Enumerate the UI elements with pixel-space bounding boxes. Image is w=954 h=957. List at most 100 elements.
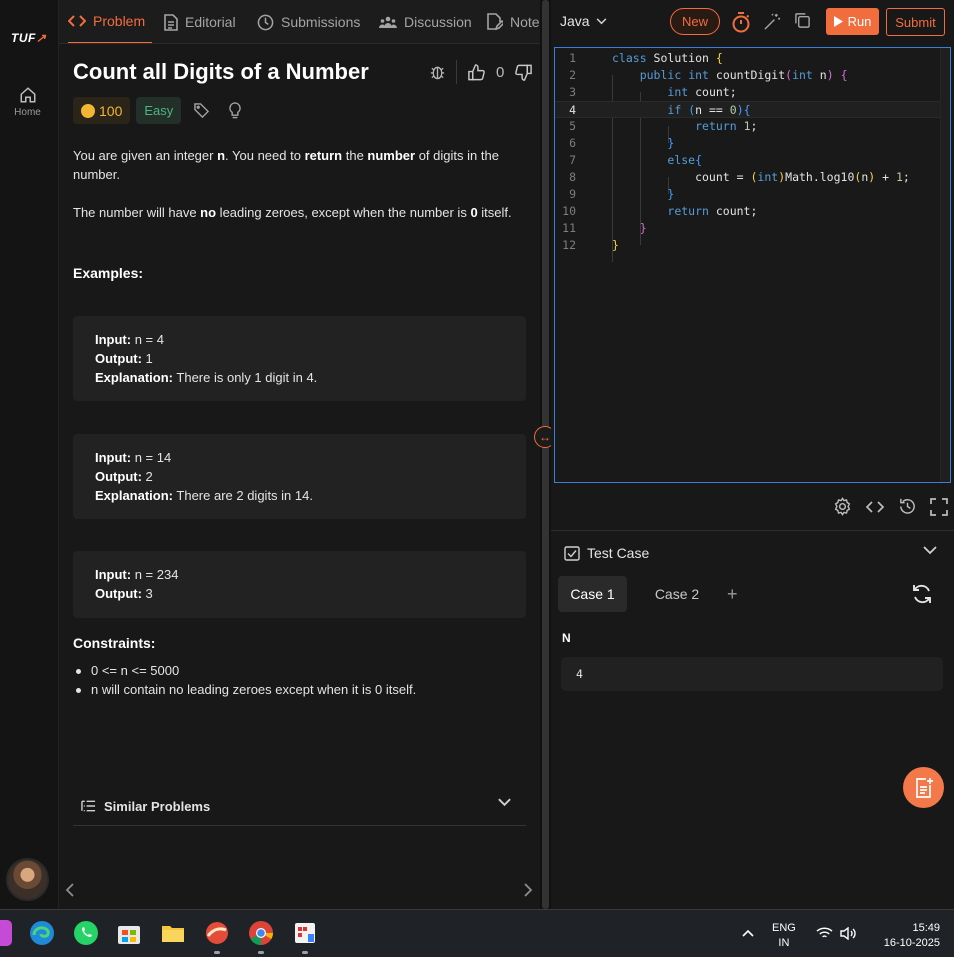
- note-edit-icon: [487, 13, 503, 31]
- example-card: Input: n = 4 Output: 1 Explanation: Ther…: [73, 316, 526, 401]
- store-icon[interactable]: [116, 920, 142, 946]
- page-title: Count all Digits of a Number: [73, 59, 369, 84]
- tuf-logo[interactable]: TUF↗: [11, 31, 46, 45]
- timer-icon[interactable]: [731, 12, 751, 33]
- coin-badge: 100: [73, 97, 131, 124]
- volume-icon[interactable]: [840, 927, 856, 940]
- code-line: 1 class Solution {: [569, 51, 723, 65]
- tab-problem[interactable]: Problem: [68, 0, 152, 43]
- example-card: Input: n = 14 Output: 2 Explanation: The…: [73, 434, 526, 519]
- lightbulb-icon: [229, 102, 241, 119]
- tab-notes[interactable]: Notes: [487, 0, 540, 43]
- chevron-right-icon[interactable]: [523, 882, 533, 898]
- constraints-heading: Constraints:: [73, 635, 156, 651]
- chrome-icon[interactable]: [248, 920, 274, 946]
- submit-button[interactable]: Submit: [886, 8, 945, 36]
- whatsapp-icon[interactable]: [73, 920, 99, 946]
- variable-input[interactable]: 4: [561, 657, 943, 691]
- clock-date: 16-10-2025: [883, 937, 940, 949]
- problem-panel: Problem Editorial Submissions Discussion…: [59, 0, 540, 909]
- reset-history-icon[interactable]: [898, 497, 917, 516]
- add-case-button[interactable]: +: [727, 584, 738, 605]
- problem-note: The number will have no leading zeroes, …: [73, 205, 512, 220]
- tab-submissions[interactable]: Submissions: [257, 0, 361, 43]
- code-editor[interactable]: 1 class Solution { 2 public int countDigi…: [554, 47, 951, 483]
- tab-case-1[interactable]: Case 1: [558, 576, 627, 612]
- tab-discussion[interactable]: Discussion: [379, 0, 472, 43]
- input-language[interactable]: ENG IN: [772, 921, 796, 951]
- running-indicator: [302, 951, 308, 954]
- coin-value: 100: [99, 102, 123, 119]
- tab-case-2[interactable]: Case 2: [643, 576, 711, 612]
- list-item: 0 <= n <= 5000: [73, 661, 416, 680]
- similar-problems-label: Similar Problems: [104, 798, 211, 814]
- run-button[interactable]: Run: [826, 8, 879, 35]
- editor-testcase-divider[interactable]: [551, 530, 954, 531]
- home-label: Home: [14, 107, 41, 118]
- os-taskbar: ENG IN 15:49 16-10-2025: [0, 909, 954, 957]
- tab-problem-label: Problem: [93, 13, 146, 29]
- app-icon[interactable]: [204, 920, 230, 946]
- region-code: IN: [778, 937, 790, 949]
- variable-label: N: [562, 631, 571, 645]
- coin-icon: [81, 103, 95, 118]
- app-icon[interactable]: [292, 920, 318, 946]
- bug-icon[interactable]: [429, 63, 446, 81]
- avatar[interactable]: [6, 858, 49, 901]
- chevron-left-icon[interactable]: [65, 882, 75, 898]
- similar-problems-toggle[interactable]: Similar Problems: [73, 787, 526, 826]
- clock[interactable]: 15:49 16-10-2025: [870, 921, 940, 951]
- clock-icon: [257, 14, 274, 30]
- chevron-down-icon: [498, 798, 511, 807]
- running-indicator: [214, 951, 220, 954]
- play-icon: [833, 16, 843, 27]
- chevron-down-icon: [596, 17, 607, 24]
- code-line: 8 count = (int)Math.log10(n) + 1;: [569, 170, 910, 184]
- testcase-header: Test Case: [564, 545, 649, 561]
- editor-toolbar: Java New Run Submit: [551, 0, 954, 44]
- panel-splitter[interactable]: ↔: [534, 0, 556, 909]
- chevron-down-icon[interactable]: [923, 546, 937, 555]
- tab-submissions-label: Submissions: [281, 14, 361, 30]
- tag-icon: [194, 103, 209, 118]
- thumbs-up-icon[interactable]: [467, 63, 486, 82]
- tab-editorial-label: Editorial: [185, 14, 236, 30]
- language-select[interactable]: Java: [560, 13, 607, 29]
- code-line: 3 int count;: [569, 85, 737, 99]
- settings-gear-icon[interactable]: [833, 497, 852, 516]
- refresh-icon[interactable]: [911, 583, 933, 605]
- splitter-bar[interactable]: [542, 0, 549, 909]
- hint-button[interactable]: [221, 97, 249, 124]
- app-icon[interactable]: [0, 920, 12, 946]
- fullscreen-icon[interactable]: [930, 497, 948, 516]
- home-icon: [20, 87, 35, 103]
- problem-tabs: Problem Editorial Submissions Discussion…: [59, 0, 540, 44]
- new-button[interactable]: New: [670, 8, 720, 35]
- file-explorer-icon[interactable]: [160, 920, 186, 946]
- magic-wand-icon[interactable]: [763, 12, 782, 31]
- wifi-icon[interactable]: [816, 927, 833, 940]
- examples-heading: Examples:: [73, 265, 144, 281]
- left-rail: TUF↗ Home: [0, 0, 59, 909]
- language-value: Java: [560, 13, 590, 29]
- notes-fab-button[interactable]: [903, 767, 944, 808]
- like-count: 0: [496, 63, 505, 81]
- tag-button[interactable]: [187, 97, 215, 124]
- list-icon: [81, 800, 96, 812]
- edge-browser-icon[interactable]: [29, 920, 55, 946]
- editor-tools: [833, 497, 948, 516]
- problem-actions: 0: [429, 60, 533, 84]
- thumbs-down-icon[interactable]: [514, 63, 533, 82]
- note-add-icon: [915, 777, 933, 798]
- chevron-up-icon[interactable]: [742, 929, 754, 937]
- code-format-icon[interactable]: [865, 500, 885, 514]
- copy-icon[interactable]: [794, 12, 811, 29]
- testcase-title: Test Case: [587, 545, 650, 561]
- code-line: 10 return count;: [562, 204, 758, 218]
- editor-scrollbar[interactable]: [940, 48, 950, 482]
- tab-editorial[interactable]: Editorial: [164, 0, 236, 43]
- problem-badges: 100 Easy: [73, 97, 249, 124]
- home-nav-item[interactable]: Home: [0, 86, 55, 118]
- tab-notes-label: Notes: [510, 14, 540, 30]
- editor-panel: Java New Run Submit 1 class Solution { 2 …: [551, 0, 954, 909]
